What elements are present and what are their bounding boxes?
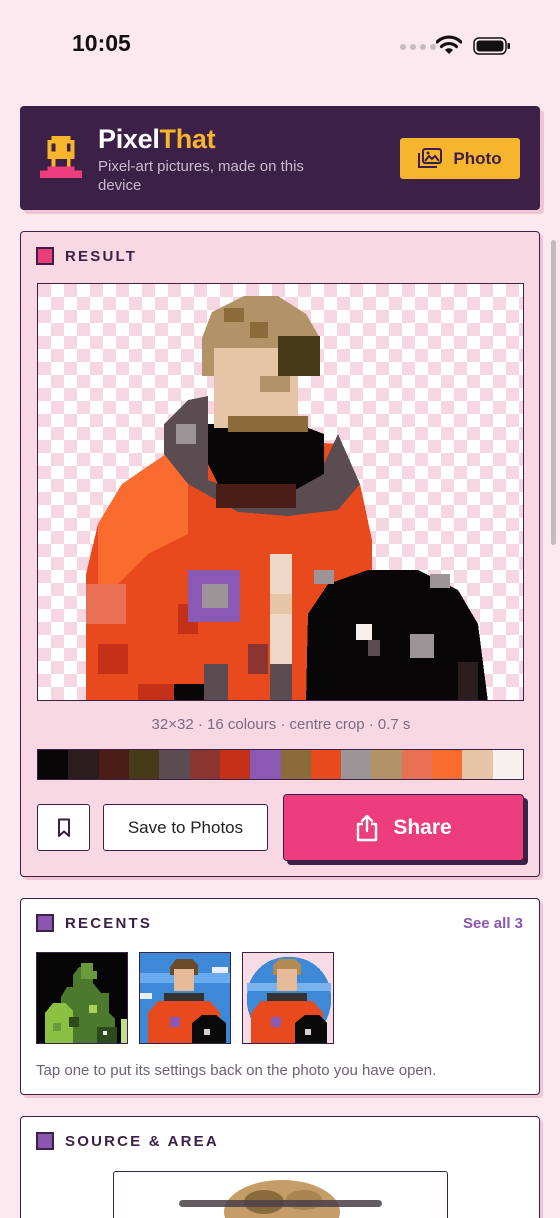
recents-hint: Tap one to put its settings back on the … [36,1062,437,1079]
palette-swatch [98,750,129,779]
source-square-icon [36,1132,54,1150]
source-section-header: SOURCE & AREA [36,1132,219,1150]
palette-swatch [492,750,523,779]
photo-button[interactable]: Photo [400,138,520,179]
recent-thumbnail[interactable] [36,952,128,1044]
bookmark-button[interactable] [37,804,90,851]
share-button[interactable]: Share [283,794,524,861]
share-button-label: Share [393,815,452,839]
share-icon [357,814,378,841]
palette-swatch [462,750,493,779]
result-square-icon [36,247,54,265]
scrollbar[interactable] [551,240,556,545]
palette-swatch [401,750,433,779]
recents-square-icon [36,914,54,932]
palette-swatch [159,750,190,779]
result-section-title: RESULT [65,247,138,265]
result-card: RESULT 32×32 · 16 colours · centre crop … [20,231,540,877]
battery-icon [473,37,510,55]
palette-swatch [310,750,342,779]
app-subtitle: Pixel-art pictures, made on this device [98,158,304,194]
recents-section-title: RECENTS [65,914,153,932]
recent-thumbnail[interactable] [139,952,231,1044]
palette-swatch [280,750,311,779]
bookmark-icon [57,818,70,837]
app-title: PixelThat [98,124,216,154]
recents-card: RECENTS See all 3 Tap one to put its set… [20,898,540,1095]
result-caption: 32×32 · 16 colours · centre crop · 0.7 s [151,716,411,733]
palette-swatch [371,750,402,779]
source-crop-area[interactable] [113,1171,448,1218]
save-to-photos-button[interactable]: Save to Photos [103,804,268,851]
photo-icon [418,148,443,168]
result-section-header: RESULT [36,247,137,265]
status-time: 10:05 [72,30,131,56]
photo-button-label: Photo [453,148,502,168]
palette-swatch [341,750,372,779]
recents-section-header: RECENTS [36,914,152,932]
app-header: PixelThat Pixel-art pictures, made on th… [20,106,540,210]
recent-thumbnail[interactable] [242,952,334,1044]
palette-swatch [128,750,160,779]
cellular-signal-icon [400,44,436,50]
wifi-icon [436,35,462,54]
palette-swatch [68,750,99,779]
palette-swatch [219,750,251,779]
see-all-recents-link[interactable]: See all 3 [463,915,523,932]
palette-swatch [250,750,281,779]
pixel-robot-logo-icon [39,136,83,179]
palette-swatch [189,750,220,779]
recents-list [36,952,334,1044]
colour-palette [37,749,524,780]
source-section-title: SOURCE & AREA [65,1132,219,1150]
source-area-card: SOURCE & AREA [20,1116,540,1218]
pixel-art-result-image[interactable] [37,283,524,701]
palette-swatch [38,750,69,779]
palette-swatch [432,750,463,779]
status-bar: 10:05 [0,0,560,92]
